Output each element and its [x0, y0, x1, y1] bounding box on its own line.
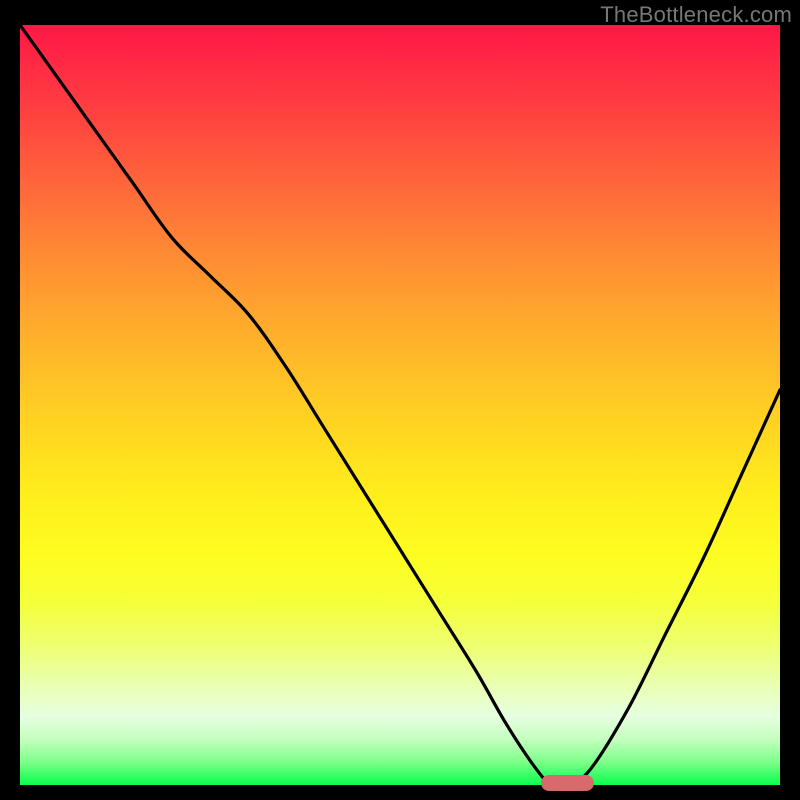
curve-path: [20, 25, 780, 785]
plot-area: [20, 25, 780, 785]
optimal-range-marker: [541, 775, 594, 791]
chart-frame: TheBottleneck.com: [0, 0, 800, 800]
bottleneck-curve: [20, 25, 780, 785]
